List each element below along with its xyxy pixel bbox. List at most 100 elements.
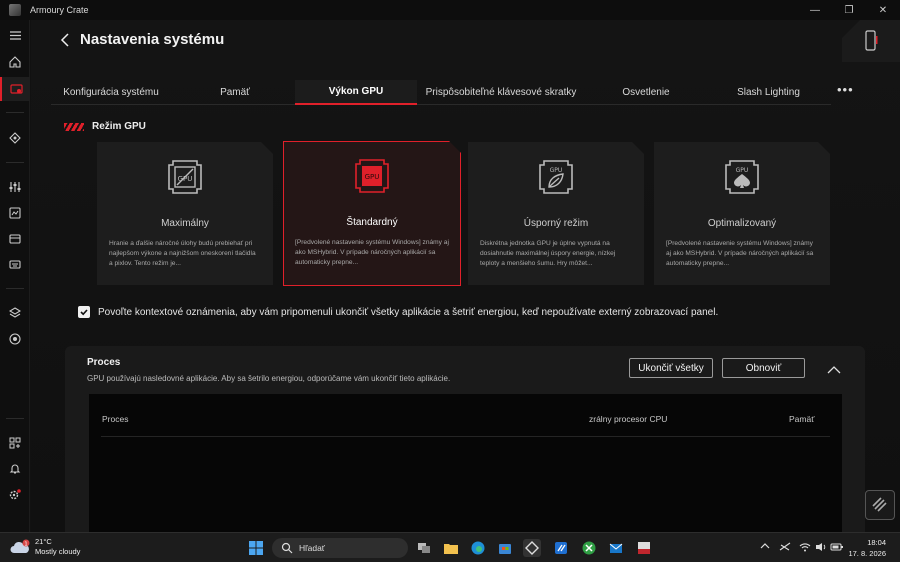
tab-lighting[interactable]: Osvetlenie	[591, 80, 701, 105]
checkmark-icon	[80, 309, 88, 316]
page-title: Nastavenia systému	[80, 31, 225, 48]
sidebar-divider	[6, 112, 24, 113]
gpu-chip-icon: GPU	[165, 157, 205, 197]
settings-gear-icon[interactable]	[0, 483, 30, 507]
mail-icon[interactable]	[607, 539, 625, 557]
phone-icon	[865, 30, 878, 51]
svg-text:GPU: GPU	[550, 167, 563, 174]
tab-slash-lighting[interactable]: Slash Lighting	[711, 80, 826, 105]
card-description: [Predvolené nastavenie systému Windows] …	[295, 239, 449, 266]
armoury-crate-taskbar-icon[interactable]	[523, 539, 541, 557]
tab-hotkeys[interactable]: Prispôsobiteľné klávesové skratky	[417, 80, 585, 105]
notification-option: Povoľte kontextové oznámenia, aby vám pr…	[78, 306, 718, 318]
card-description: [Predvolené nastavenie systému Windows] …	[666, 240, 814, 267]
home-icon[interactable]	[0, 50, 30, 74]
window-controls: — ❐ ✕	[798, 0, 900, 20]
column-header-process[interactable]: Proces	[102, 414, 128, 424]
taskbar-search[interactable]: Hľadať	[272, 538, 408, 558]
svg-text:1: 1	[24, 541, 28, 547]
weather-temperature: 21°C	[35, 537, 52, 546]
aura-icon[interactable]	[0, 126, 30, 150]
process-panel: Proces GPU používajú nasledovné aplikáci…	[65, 346, 865, 532]
card-description: Hranie a ďalšie náročné úlohy budú prebi…	[109, 240, 256, 267]
menu-icon[interactable]	[0, 23, 30, 47]
sidebar-divider	[6, 418, 24, 419]
back-button[interactable]	[59, 32, 73, 48]
card-description: Diskrétna jednotka GPU je úplne vypnutá …	[480, 240, 616, 267]
column-header-cpu[interactable]: zrálny procesor CPU	[589, 414, 667, 424]
collapse-panel-button[interactable]	[827, 362, 841, 374]
slash-icon	[872, 497, 887, 512]
windows-taskbar: 1 21°C Mostly cloudy Hľadať 18:04 17. 8.…	[0, 532, 900, 562]
svg-text:GPU: GPU	[178, 175, 193, 183]
section-stripes-icon	[64, 122, 84, 131]
gpu-leaf-icon: GPU	[536, 157, 576, 197]
keyboard-icon[interactable]	[0, 253, 30, 277]
card-title: Úsporný režim	[523, 218, 589, 229]
minimize-button[interactable]: —	[798, 0, 832, 20]
tray-app-icon[interactable]	[779, 542, 791, 554]
gpu-mode-card-standard[interactable]: GPU Štandardný [Predvolené nastavenie sy…	[283, 141, 461, 286]
process-panel-title: Proces	[87, 357, 121, 368]
xbox-icon[interactable]	[580, 539, 598, 557]
layers-icon[interactable]	[0, 301, 30, 325]
window-title: Armoury Crate	[30, 5, 89, 15]
app-grid-icon[interactable]	[0, 431, 30, 455]
battery-icon[interactable]	[830, 542, 844, 554]
tray-overflow-icon[interactable]	[760, 542, 770, 552]
sidebar-divider	[6, 162, 24, 163]
windows-logo-icon	[249, 541, 263, 555]
maximize-button[interactable]: ❐	[832, 0, 866, 20]
table-divider	[101, 436, 830, 437]
notification-checkbox[interactable]	[78, 306, 90, 318]
edge-icon[interactable]	[469, 539, 487, 557]
close-button[interactable]: ✕	[866, 0, 900, 20]
start-button[interactable]	[247, 539, 265, 557]
gamevisual-icon[interactable]	[0, 201, 30, 225]
gpu-mode-card-optimized[interactable]: GPU Optimalizovaný [Predvolené nastaveni…	[654, 142, 830, 285]
tab-bar: Konfigurácia systému Pamäť Výkon GPU Pri…	[51, 80, 831, 105]
taskbar-clock[interactable]: 18:04 17. 8. 2026	[846, 537, 886, 559]
volume-icon[interactable]	[815, 542, 827, 554]
tab-gpu-performance[interactable]: Výkon GPU	[295, 80, 417, 105]
tab-system-configuration[interactable]: Konfigurácia systému	[51, 80, 171, 105]
clock-time: 18:04	[867, 538, 886, 547]
title-bar: Armoury Crate — ❐ ✕	[0, 0, 900, 20]
svg-text:GPU: GPU	[365, 173, 380, 181]
sliders-icon[interactable]	[0, 175, 30, 199]
file-explorer-icon[interactable]	[442, 539, 460, 557]
wifi-icon[interactable]	[799, 542, 811, 554]
scenario-icon[interactable]	[0, 227, 30, 251]
refresh-button[interactable]: Obnoviť	[722, 358, 805, 378]
chevron-up-icon	[827, 366, 841, 374]
device-settings-icon[interactable]	[0, 77, 30, 101]
column-header-memory[interactable]: Pamäť	[789, 414, 814, 424]
process-panel-description: GPU používajú nasledovné aplikácie. Aby …	[87, 374, 451, 383]
weather-condition: Mostly cloudy	[35, 547, 81, 556]
device-toggle-button[interactable]	[842, 20, 900, 62]
more-tabs-button[interactable]: •••	[837, 82, 854, 97]
app-icon[interactable]	[635, 539, 653, 557]
store-icon[interactable]	[496, 539, 514, 557]
search-placeholder: Hľadať	[299, 543, 325, 553]
end-all-button[interactable]: Ukončiť všetky	[629, 358, 713, 378]
gpu-spade-icon: GPU	[722, 157, 762, 197]
tab-memory[interactable]: Pamäť	[175, 80, 295, 105]
armoury-icon[interactable]	[0, 327, 30, 351]
myasus-icon[interactable]	[552, 539, 570, 557]
clock-date: 17. 8. 2026	[848, 549, 886, 558]
card-title: Optimalizovaný	[707, 218, 777, 229]
gpu-mode-card-eco[interactable]: GPU Úsporný režim Diskrétna jednotka GPU…	[468, 142, 644, 285]
weather-widget[interactable]: 1 21°C Mostly cloudy	[10, 537, 80, 557]
cloud-icon: 1	[10, 539, 30, 553]
sidebar	[0, 20, 30, 532]
notification-checkbox-label: Povoľte kontextové oznámenia, aby vám pr…	[98, 306, 719, 318]
armoury-crate-window: Armoury Crate — ❐ ✕ Nastavenia systému K…	[0, 0, 900, 532]
gpu-mode-card-maximum[interactable]: GPU Maximálny Hranie a ďalšie náročné úl…	[97, 142, 273, 285]
gpu-mode-section: Režim GPU	[64, 121, 146, 132]
task-view-icon[interactable]	[415, 539, 433, 557]
search-icon	[281, 542, 293, 554]
slash-float-button[interactable]	[865, 490, 895, 520]
notification-bell-icon[interactable]	[0, 457, 30, 481]
process-table: Proces zrálny procesor CPU Pamäť	[89, 394, 842, 532]
